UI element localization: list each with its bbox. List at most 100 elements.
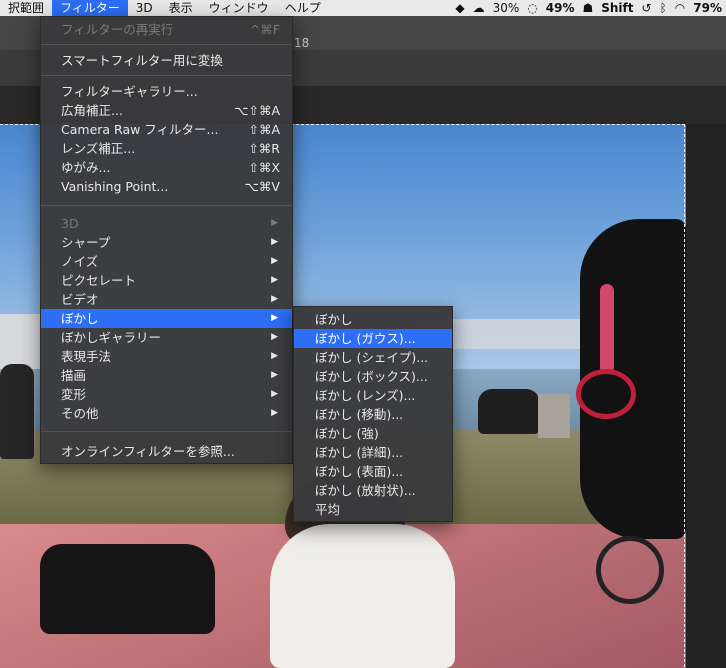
time-machine-icon[interactable]: ↺ — [642, 0, 652, 16]
menu-item-label: 広角補正... — [61, 103, 123, 118]
macos-menubar: 択範囲 フィルター 3D 表示 ウィンドウ ヘルプ ◆ ☁ 30% ◌ 49% … — [0, 0, 726, 16]
menu-item-convert-smart-filter[interactable]: スマートフィルター用に変換 — [41, 51, 292, 70]
panel-edge — [686, 124, 726, 668]
submenu-item-lens-blur[interactable]: ぼかし (レンズ)... — [294, 386, 452, 405]
submenu-arrow-icon: ▶ — [271, 351, 278, 361]
menu-item-label: シャープ — [61, 235, 111, 250]
menu-item-sharpen[interactable]: シャープ ▶ — [41, 233, 292, 252]
menu-item-other[interactable]: その他 ▶ — [41, 404, 292, 423]
photo-toy-cord — [600, 284, 614, 374]
submenu-arrow-icon: ▶ — [271, 313, 278, 323]
menu-item-label: ぼかし — [61, 311, 99, 326]
menu-item-shortcut: ⇧⌘A — [248, 122, 280, 137]
submenu-arrow-icon: ▶ — [271, 218, 278, 228]
menu-item-label: 3D — [61, 216, 79, 231]
menu-item-pixelate[interactable]: ピクセレート ▶ — [41, 271, 292, 290]
submenu-item-average[interactable]: 平均 — [294, 500, 452, 519]
status-area: ◆ ☁ 30% ◌ 49% ☗ Shift ↺ ᛒ ◠ 79% — [455, 0, 726, 16]
menu-item-shortcut: ⇧⌘R — [248, 141, 280, 156]
submenu-item-radial-blur[interactable]: ぼかし (放射状)... — [294, 481, 452, 500]
menu-select[interactable]: 択範囲 — [0, 0, 52, 16]
menu-item-label: ビデオ — [61, 292, 99, 307]
cpu-percent: 49% — [545, 1, 575, 15]
photo-post — [538, 394, 570, 438]
filter-menu: フィルターの再実行 ^⌘F スマートフィルター用に変換 フィルターギャラリー..… — [40, 16, 293, 464]
menu-item-shortcut: ⌥⌘V — [244, 179, 280, 194]
menu-item-browse-online-filters[interactable]: オンラインフィルターを参照... — [41, 442, 292, 461]
menu-item-blur-gallery[interactable]: ぼかしギャラリー ▶ — [41, 328, 292, 347]
menu-item-noise[interactable]: ノイズ ▶ — [41, 252, 292, 271]
menu-item-adaptive-wide-angle[interactable]: 広角補正... ⌥⇧⌘A — [41, 101, 292, 120]
menu-item-label: フィルターの再実行 — [61, 22, 174, 37]
submenu-item-shape-blur[interactable]: ぼかし (シェイプ)... — [294, 348, 452, 367]
menu-separator — [41, 75, 292, 76]
photo-stroller-wheel — [596, 536, 664, 604]
menu-separator — [41, 205, 292, 206]
photo-person — [0, 364, 34, 459]
submenu-arrow-icon: ▶ — [271, 256, 278, 266]
blur-submenu: ぼかし ぼかし (ガウス)... ぼかし (シェイプ)... ぼかし (ボックス… — [293, 306, 453, 522]
menu-item-liquify[interactable]: ゆがみ... ⇧⌘X — [41, 158, 292, 177]
submenu-arrow-icon: ▶ — [271, 332, 278, 342]
menu-item-label: レンズ補正... — [61, 141, 136, 156]
photo-sitters — [478, 389, 540, 434]
menu-item-blur[interactable]: ぼかし ▶ — [41, 309, 292, 328]
menu-item-shortcut: ⇧⌘X — [248, 160, 280, 175]
menu-item-label: Vanishing Point... — [61, 179, 169, 194]
menu-item-label: ノイズ — [61, 254, 99, 269]
menu-item-label: その他 — [61, 406, 99, 421]
robot-icon[interactable]: ☗ — [582, 0, 593, 16]
submenu-arrow-icon: ▶ — [271, 370, 278, 380]
submenu-item-blur[interactable]: ぼかし — [294, 310, 452, 329]
menu-item-lens-correction[interactable]: レンズ補正... ⇧⌘R — [41, 139, 292, 158]
submenu-item-motion-blur[interactable]: ぼかし (移動)... — [294, 405, 452, 424]
menu-item-shortcut: ⌥⇧⌘A — [234, 103, 280, 118]
photo-baby — [270, 524, 455, 668]
menu-item-render[interactable]: 描画 ▶ — [41, 366, 292, 385]
menu-item-vanishing-point[interactable]: Vanishing Point... ⌥⌘V — [41, 177, 292, 196]
menu-item-label: 表現手法 — [61, 349, 112, 364]
submenu-arrow-icon: ▶ — [271, 389, 278, 399]
cpu-ring-icon[interactable]: ◌ — [527, 0, 537, 16]
menu-item-3d[interactable]: 3D ▶ — [41, 214, 292, 233]
submenu-item-surface-blur[interactable]: ぼかし (表面)... — [294, 462, 452, 481]
submenu-arrow-icon: ▶ — [271, 275, 278, 285]
battery-percent-2: 79% — [693, 1, 722, 15]
menu-view[interactable]: 表示 — [161, 0, 201, 16]
photo-bag — [40, 544, 215, 634]
menu-item-label: スマートフィルター用に変換 — [61, 53, 223, 68]
submenu-arrow-icon: ▶ — [271, 294, 278, 304]
menu-help[interactable]: ヘルプ — [277, 0, 329, 16]
battery-percent: 30% — [492, 1, 520, 15]
menu-item-stylize[interactable]: 表現手法 ▶ — [41, 347, 292, 366]
menu-item-repeat-filter[interactable]: フィルターの再実行 ^⌘F — [41, 20, 292, 39]
menu-filter[interactable]: フィルター — [52, 0, 128, 16]
menu-item-distort[interactable]: 変形 ▶ — [41, 385, 292, 404]
submenu-item-smart-blur[interactable]: ぼかし (詳細)... — [294, 443, 452, 462]
menu-3d[interactable]: 3D — [128, 0, 161, 16]
menu-item-filter-gallery[interactable]: フィルターギャラリー... — [41, 82, 292, 101]
wifi-icon[interactable]: ◠ — [675, 0, 685, 16]
menu-item-label: オンラインフィルターを参照... — [61, 444, 235, 459]
document-tab-title[interactable]: 18 — [294, 36, 309, 50]
submenu-arrow-icon: ▶ — [271, 237, 278, 247]
menu-separator — [41, 431, 292, 432]
submenu-item-gaussian-blur[interactable]: ぼかし (ガウス)... — [294, 329, 452, 348]
menu-item-video[interactable]: ビデオ ▶ — [41, 290, 292, 309]
menu-item-label: 描画 — [61, 368, 87, 383]
menu-item-label: ピクセレート — [61, 273, 137, 288]
menu-item-label: ゆがみ... — [61, 160, 111, 175]
dropbox-icon[interactable]: ◆ — [455, 0, 464, 16]
shift-label: Shift — [601, 1, 634, 15]
menu-item-label: 変形 — [61, 387, 87, 402]
menu-item-label: Camera Raw フィルター... — [61, 122, 219, 137]
menu-window[interactable]: ウィンドウ — [201, 0, 277, 16]
menu-item-shortcut: ^⌘F — [249, 22, 280, 37]
bluetooth-icon[interactable]: ᛒ — [660, 0, 667, 16]
menu-separator — [41, 44, 292, 45]
submenu-arrow-icon: ▶ — [271, 408, 278, 418]
weather-icon[interactable]: ☁ — [473, 0, 485, 16]
submenu-item-blur-more[interactable]: ぼかし (強) — [294, 424, 452, 443]
submenu-item-box-blur[interactable]: ぼかし (ボックス)... — [294, 367, 452, 386]
menu-item-camera-raw[interactable]: Camera Raw フィルター... ⇧⌘A — [41, 120, 292, 139]
